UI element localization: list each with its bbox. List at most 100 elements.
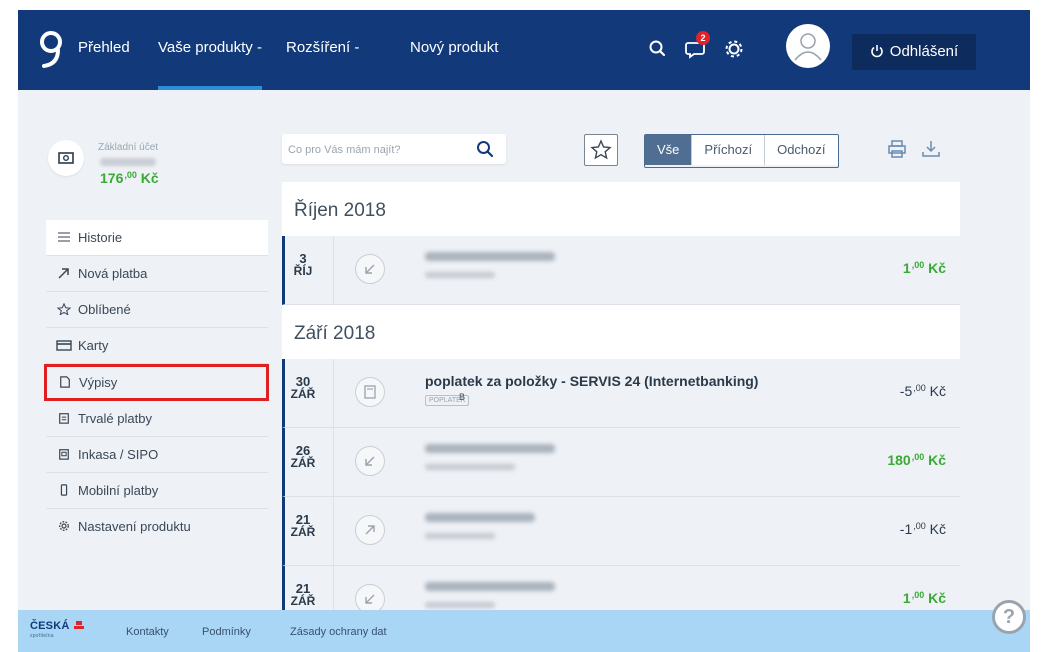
page: Přehled Vaše produkty - Rozšíření - Nový… (0, 0, 1050, 652)
account-number-blurred (100, 158, 156, 166)
logout-label: Odhlášení (889, 43, 959, 60)
counterparty-blurred (425, 252, 555, 261)
nav-vase-produkty[interactable]: Vaše produkty - (158, 10, 262, 90)
banking-app: Přehled Vaše produkty - Rozšíření - Nový… (18, 10, 1030, 652)
document-icon (60, 376, 70, 388)
counterparty-blurred (425, 513, 535, 522)
sidebar-label: Historie (78, 230, 123, 245)
divider (333, 497, 334, 565)
fee-icon (364, 385, 376, 399)
counterparty-blurred (425, 582, 555, 591)
filter-all[interactable]: Vše (645, 135, 692, 165)
transaction-date: 3 ŘÍJ (293, 251, 313, 278)
divider (333, 359, 334, 427)
banknote-icon (58, 152, 74, 164)
month-header: Září 2018 (282, 305, 960, 359)
top-navigation: Přehled Vaše produkty - Rozšíření - Nový… (18, 10, 1030, 90)
counterparty-blurred (425, 444, 555, 453)
fee-tag-sup: B (459, 392, 466, 402)
transaction-amount: -1,00 Kč (899, 521, 946, 537)
search-box (282, 134, 506, 166)
detail-blurred (425, 272, 495, 278)
transaction-date: 26 ZÁŘ (290, 443, 316, 470)
direction-filter: Vše Příchozí Odchozí (644, 134, 839, 168)
star-icon (590, 139, 612, 160)
favorites-button[interactable] (584, 134, 618, 166)
sidebar-label: Inkasa / SIPO (78, 447, 159, 462)
sidebar-label: Nastavení produktu (78, 519, 191, 534)
settings-icon[interactable] (722, 37, 746, 61)
sidebar-label: Výpisy (79, 375, 118, 390)
sidebar-item-nova-platba[interactable]: Nová platba (46, 256, 268, 292)
incoming-icon-wrap (355, 446, 385, 476)
nav-novy-produkt[interactable]: Nový produkt (410, 10, 498, 90)
account-balance: 176,00 Kč (100, 170, 159, 186)
card-icon (56, 340, 72, 351)
outgoing-icon-wrap (355, 515, 385, 545)
arrow-down-left-icon (365, 456, 375, 466)
arrow-down-left-icon (365, 264, 375, 274)
incoming-icon-wrap (355, 254, 385, 284)
fee-icon-wrap (355, 377, 385, 407)
ceska-sporitelna-logo[interactable]: ČESKÁ spořitelna (30, 620, 85, 639)
footer: ČESKÁ spořitelna Kontakty Podmínky Zásad… (18, 610, 1030, 652)
nav-prehled[interactable]: Přehled (78, 10, 130, 90)
sidebar-item-karty[interactable]: Karty (46, 328, 268, 364)
avatar[interactable] (786, 24, 830, 68)
clipboard-icon (59, 413, 69, 424)
transaction-date: 21 ZÁŘ (290, 581, 316, 608)
download-icon[interactable] (920, 138, 942, 160)
footer-link-zasady[interactable]: Zásady ochrany dat (290, 626, 387, 638)
help-button[interactable]: ? (992, 600, 1026, 634)
user-icon (794, 33, 822, 61)
search-icon[interactable] (646, 37, 670, 61)
star-icon (56, 303, 72, 315)
account-summary[interactable]: Základní účet 176,00 Kč (44, 136, 274, 196)
transaction-row[interactable]: 21 ZÁŘ -1,00 Kč (282, 497, 960, 566)
filter-outgoing[interactable]: Odchozí (764, 135, 838, 165)
sidebar-item-vypisy[interactable]: Výpisy (44, 364, 269, 401)
filter-incoming[interactable]: Příchozí (691, 135, 765, 165)
transaction-title: poplatek za položky - SERVIS 24 (Interne… (425, 373, 759, 389)
detail-blurred (425, 464, 515, 470)
detail-blurred (425, 602, 495, 608)
question-icon: ? (1002, 606, 1016, 628)
transaction-row[interactable]: 3 ŘÍJ 1,00 Kč (282, 236, 960, 305)
footer-link-podminky[interactable]: Podmínky (202, 626, 251, 638)
transaction-amount: 1,00 Kč (902, 260, 946, 276)
month-header: Říjen 2018 (282, 182, 960, 236)
print-icon[interactable] (886, 138, 908, 160)
divider (333, 428, 334, 496)
sidebar-label: Trvalé platby (78, 411, 152, 426)
list-icon (58, 232, 70, 242)
sidebar-item-trvale-platby[interactable]: Trvalé platby (46, 401, 268, 437)
search-input[interactable] (286, 134, 470, 166)
sidebar-item-historie[interactable]: Historie (46, 220, 268, 256)
account-icon-wrap (48, 140, 84, 176)
sidebar-item-oblibene[interactable]: Oblíbené (46, 292, 268, 328)
brand-sub: spořitelna (30, 633, 54, 639)
sidebar-item-mobilni-platby[interactable]: Mobilní platby (46, 473, 268, 509)
notification-button[interactable]: 2 (684, 31, 710, 61)
gear-icon (59, 521, 69, 531)
mobile-icon (60, 484, 68, 496)
search-icon[interactable] (476, 140, 494, 158)
brand-name: ČESKÁ (30, 620, 70, 632)
sidebar-label: Karty (78, 338, 109, 353)
logout-button[interactable]: Odhlášení (852, 34, 976, 70)
transaction-date: 21 ZÁŘ (290, 512, 316, 539)
product-menu: Historie Nová platba Oblíbené Karty Výpi… (44, 220, 269, 544)
sidebar-label: Mobilní platby (78, 483, 159, 498)
sidebar-item-nastaveni-produktu[interactable]: Nastavení produktu (46, 509, 268, 544)
footer-link-kontakty[interactable]: Kontakty (126, 626, 169, 638)
nav-rozsireni[interactable]: Rozšíření - (286, 10, 359, 90)
transaction-row[interactable]: 26 ZÁŘ 180,00 Kč (282, 428, 960, 497)
sidebar-label: Oblíbené (78, 302, 131, 317)
bank-emblem-icon (73, 621, 84, 629)
transaction-row[interactable]: 30 ZÁŘ poplatek za položky - SERVIS 24 (I… (282, 359, 960, 428)
transaction-amount: 180,00 Kč (887, 452, 946, 468)
george-logo[interactable] (36, 28, 66, 70)
sidebar-label: Nová platba (78, 266, 148, 281)
sidebar-item-inkasa-sipo[interactable]: Inkasa / SIPO (46, 437, 268, 473)
transaction-date: 30 ZÁŘ (290, 374, 316, 401)
